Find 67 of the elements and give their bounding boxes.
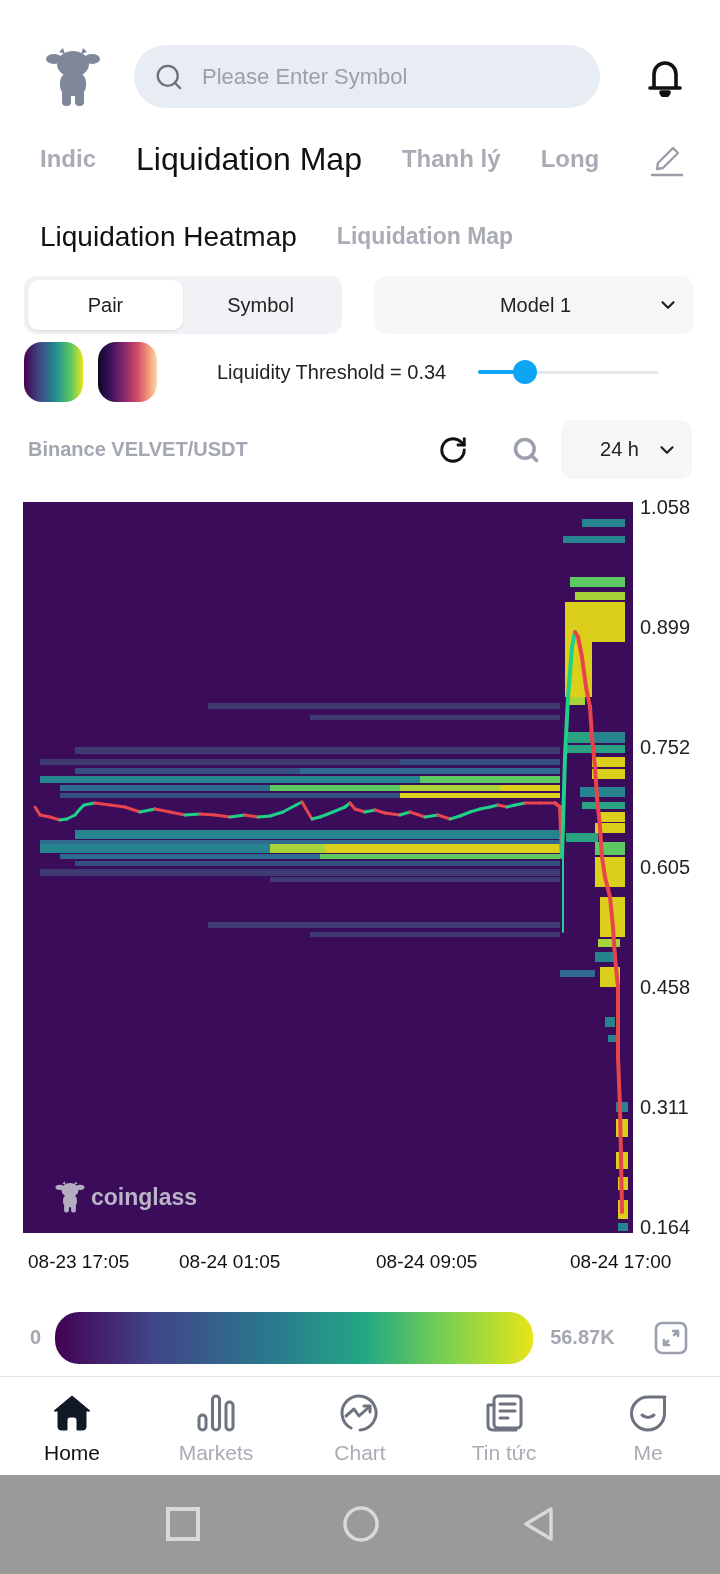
chart-watermark: coinglass	[91, 1183, 198, 1211]
gradient-swatch-icon[interactable]	[24, 342, 83, 403]
liquidity-band	[580, 787, 625, 798]
slider-thumb[interactable]	[513, 360, 538, 385]
scale-min-label: 0	[30, 1326, 42, 1350]
range-dropdown[interactable]: 24 h	[561, 420, 692, 480]
liquidity-band	[570, 577, 625, 588]
liquidity-band	[582, 519, 625, 528]
triangle-icon[interactable]	[522, 1506, 554, 1543]
x-axis-label: 08-24 01:05	[179, 1250, 281, 1275]
x-axis-label: 08-24 09:05	[376, 1250, 478, 1275]
liquidity-band	[608, 1035, 616, 1043]
bottom-nav-item[interactable]: Chart	[288, 1376, 432, 1475]
search-bar[interactable]: Please Enter Symbol	[134, 45, 600, 108]
liquidity-band	[592, 757, 625, 768]
market-title: Binance VELVET/USDT	[28, 438, 248, 462]
model-dropdown[interactable]: Model 1	[374, 276, 693, 335]
sub-tab[interactable]: Liquidation Heatmap	[40, 219, 297, 254]
y-axis-label: 0.899	[640, 615, 691, 641]
y-axis-label: 0.752	[640, 735, 691, 761]
liquidity-band	[563, 536, 625, 544]
y-axis-label: 0.164	[640, 1215, 691, 1241]
liquidity-band	[616, 1102, 628, 1113]
newspaper-icon	[484, 1392, 524, 1433]
mascot-icon	[55, 1180, 85, 1215]
refresh-icon[interactable]	[438, 434, 468, 465]
liquidity-band	[618, 1177, 628, 1191]
threshold-label: Liquidity Threshold = 0.34	[217, 360, 447, 384]
liquidity-band	[618, 1200, 628, 1220]
liquidity-band	[565, 745, 625, 754]
liquidity-band	[618, 1223, 628, 1232]
toggle-option[interactable]: Symbol	[183, 280, 338, 331]
nav-tab[interactable]: Indic	[40, 145, 96, 174]
liquidity-band	[605, 1017, 615, 1028]
toggle-option[interactable]: Pair	[28, 280, 183, 331]
y-axis-label: 0.311	[640, 1095, 690, 1121]
x-axis-label: 08-23 17:05	[28, 1250, 130, 1275]
sub-tab[interactable]: Liquidation Map	[336, 222, 514, 251]
x-axis-label: 08-24 17:00	[570, 1250, 672, 1275]
circle-icon[interactable]	[343, 1506, 379, 1543]
search-input[interactable]: Please Enter Symbol	[202, 63, 412, 90]
bottom-nav-item[interactable]: Markets	[144, 1376, 288, 1475]
liquidity-band	[560, 970, 595, 978]
y-axis-label: 0.458	[640, 975, 691, 1001]
gradient-swatch-icon[interactable]	[98, 342, 157, 403]
expand-icon[interactable]	[654, 1320, 688, 1355]
liquidity-band	[595, 823, 625, 834]
mascot-logo-icon	[45, 45, 101, 108]
liquidity-band	[592, 769, 625, 780]
trend-circle-icon	[340, 1392, 380, 1433]
square-icon[interactable]	[166, 1507, 200, 1542]
liquidity-band	[568, 732, 625, 744]
y-axis-label: 0.605	[640, 855, 691, 881]
nav-tab[interactable]: Liquidation Map	[136, 140, 362, 179]
bottom-nav-item[interactable]: Tin tức	[432, 1376, 576, 1475]
bar-chart-icon	[196, 1392, 236, 1433]
bottom-nav-item[interactable]: Home	[0, 1376, 144, 1475]
liquidity-band	[566, 833, 598, 843]
scale-max-label: 56.87K	[550, 1326, 615, 1350]
liquidity-band	[600, 812, 625, 823]
bottom-nav-item[interactable]: Me	[576, 1376, 720, 1475]
y-axis-label: 1.058	[640, 495, 691, 521]
liquidity-band	[595, 952, 615, 963]
nav-tab[interactable]: Long	[540, 145, 600, 174]
nav-tab[interactable]: Thanh lý	[401, 145, 501, 174]
liquidity-band	[582, 802, 625, 810]
search-icon[interactable]	[512, 435, 540, 464]
